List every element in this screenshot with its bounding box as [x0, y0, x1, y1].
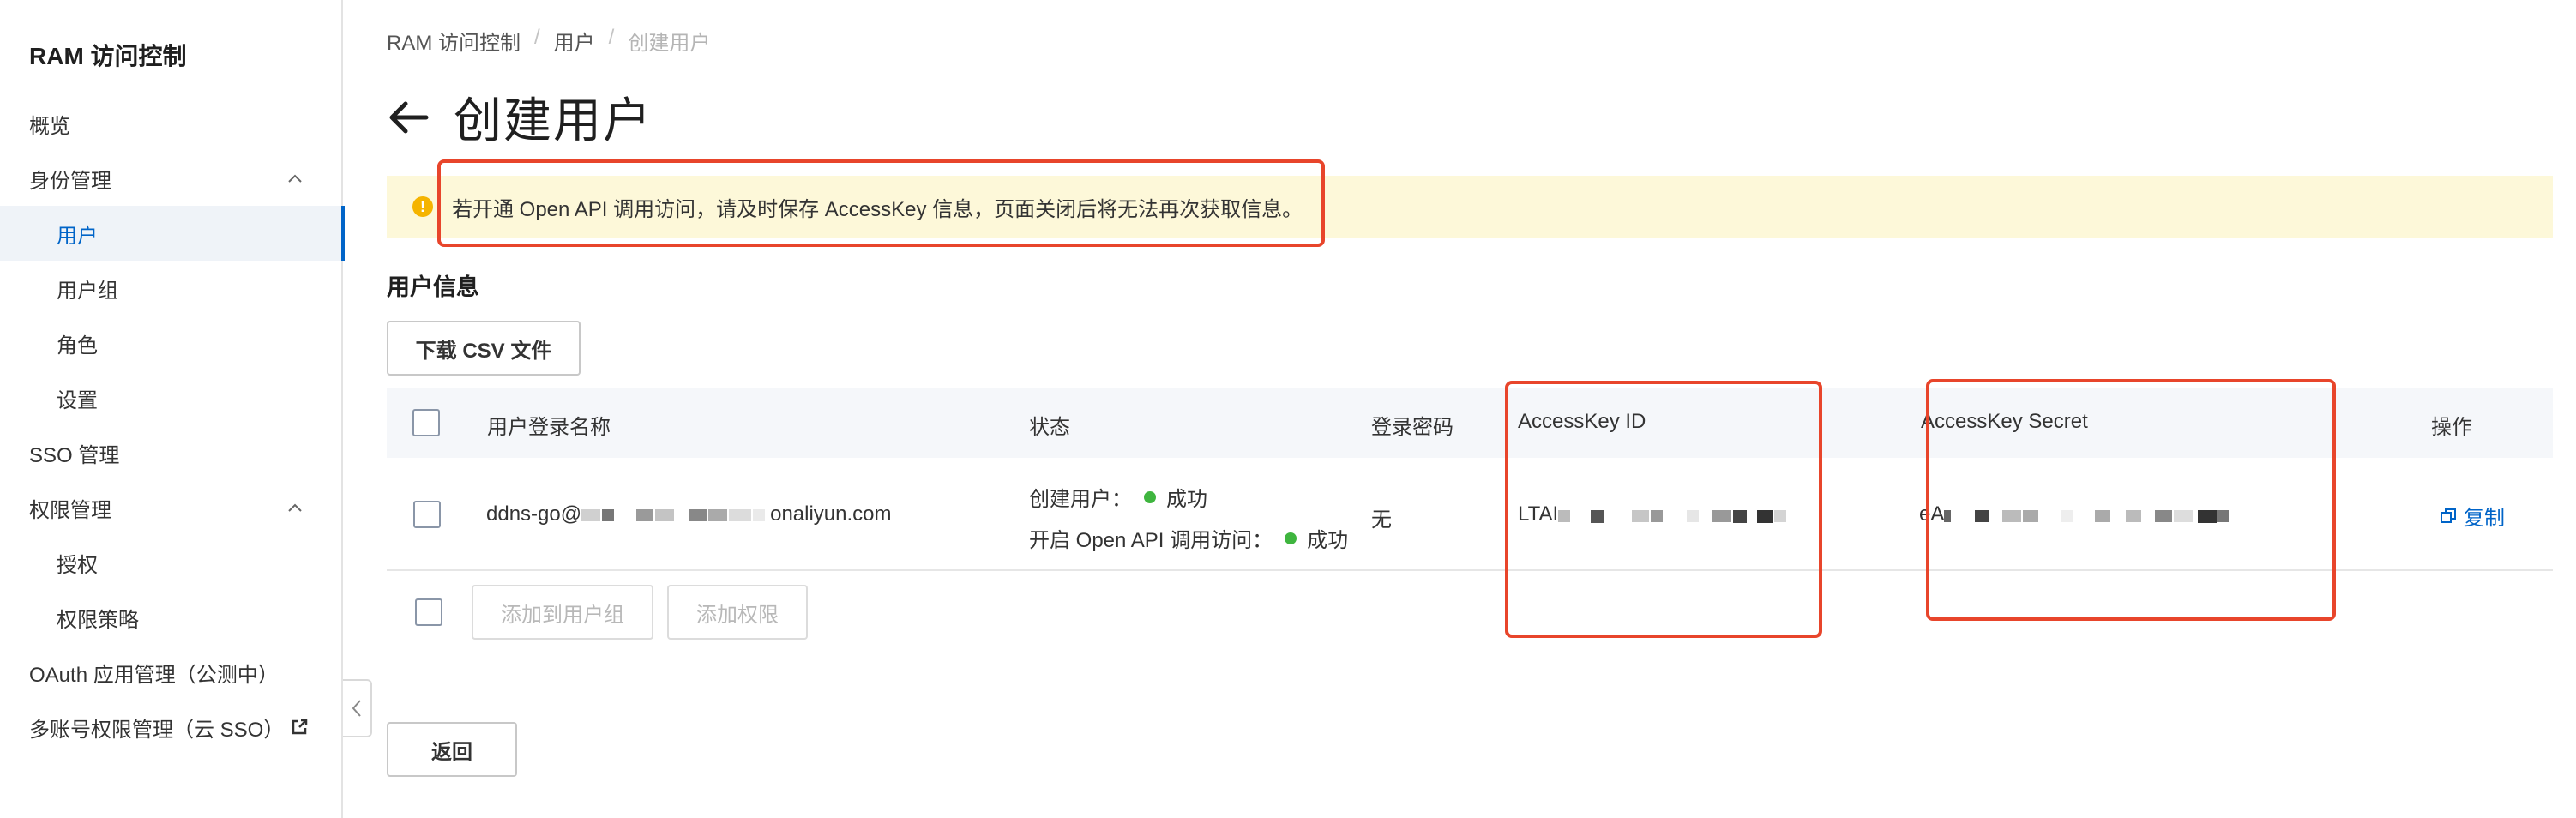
back-arrow-icon[interactable]	[387, 99, 430, 136]
sidebar-item-permissions[interactable]: 权限管理	[29, 480, 343, 535]
sidebar-item-oauth[interactable]: OAuth 应用管理（公测中）	[29, 645, 343, 700]
breadcrumb-users[interactable]: 用户	[554, 26, 595, 56]
sidebar-item-settings[interactable]: 设置	[0, 370, 343, 425]
column-header-accesskey-id: AccessKey ID	[1518, 410, 1646, 433]
sidebar-item-users[interactable]: 用户	[0, 206, 345, 261]
accesskey-id-value: LTAI	[1518, 502, 1798, 526]
sidebar-item-user-groups[interactable]: 用户组	[0, 261, 343, 316]
sidebar-item-overview[interactable]: 概览	[29, 96, 343, 151]
page-header: 创建用户	[387, 82, 653, 152]
row-checkbox[interactable]	[413, 501, 441, 528]
chevron-left-icon	[352, 700, 361, 717]
copy-icon	[2441, 508, 2456, 523]
page-title: 创建用户	[454, 93, 653, 147]
warning-alert: ! 若开通 Open API 调用访问，请及时保存 AccessKey 信息，页…	[387, 176, 2553, 238]
redacted-text	[1944, 510, 2230, 523]
sidebar-item-cloud-sso[interactable]: 多账号权限管理（云 SSO）	[29, 700, 343, 755]
back-button[interactable]: 返回	[387, 722, 517, 777]
breadcrumb-separator: /	[534, 26, 540, 49]
status-create-user: 创建用户： 成功	[1029, 488, 1207, 511]
chevron-up-icon	[288, 174, 302, 183]
sidebar-item-sso[interactable]: SSO 管理	[29, 425, 343, 480]
add-to-group-button[interactable]: 添加到用户组	[472, 585, 653, 640]
column-header-actions: 操作	[2431, 416, 2472, 439]
column-header-login: 用户登录名称	[487, 416, 611, 439]
sidebar-item-roles[interactable]: 角色	[0, 316, 343, 370]
sidebar-item-policies[interactable]: 权限策略	[0, 590, 343, 645]
section-title: 用户信息	[387, 274, 479, 300]
copy-link[interactable]: 复制	[2440, 501, 2505, 531]
success-dot	[1285, 532, 1297, 544]
sidebar-title: RAM 访问控制	[29, 43, 187, 69]
sidebar-item-grants[interactable]: 授权	[0, 535, 343, 590]
sidebar-collapse-toggle[interactable]	[343, 679, 372, 737]
breadcrumb-current: 创建用户	[628, 32, 711, 55]
redacted-text	[581, 509, 766, 521]
login-name: ddns-go@ onaliyun.com	[486, 502, 892, 526]
column-header-password: 登录密码	[1371, 416, 1454, 439]
success-dot	[1144, 490, 1156, 503]
table-header: 用户登录名称 状态 登录密码 AccessKey ID AccessKey Se…	[387, 388, 2553, 458]
external-link-icon	[292, 719, 308, 735]
breadcrumb-ram[interactable]: RAM 访问控制	[387, 26, 521, 56]
alert-message: 若开通 Open API 调用访问，请及时保存 AccessKey 信息，页面关…	[452, 197, 1303, 221]
chevron-up-icon	[288, 503, 302, 512]
password-value: 无	[1371, 508, 1392, 532]
accesskey-secret-value: eA	[1919, 502, 2304, 526]
sidebar: RAM 访问控制 概览 身份管理 用户 用户组 角色 设置 SSO 管理 权限管…	[0, 0, 345, 818]
sidebar-item-identity[interactable]: 身份管理	[29, 151, 343, 206]
row-divider	[387, 569, 2553, 571]
warning-icon: !	[412, 196, 433, 217]
column-header-accesskey-secret: AccessKey Secret	[1921, 410, 2088, 433]
select-all-checkbox[interactable]	[412, 409, 440, 436]
column-header-status: 状态	[1029, 416, 1070, 439]
download-csv-button[interactable]: 下载 CSV 文件	[387, 321, 581, 376]
status-open-api: 开启 Open API 调用访问： 成功	[1029, 529, 1349, 552]
add-permission-button[interactable]: 添加权限	[667, 585, 808, 640]
footer-select-checkbox[interactable]	[415, 598, 442, 626]
redacted-text	[1558, 510, 1787, 523]
breadcrumb: RAM 访问控制 / 用户 / 创建用户	[387, 26, 710, 56]
breadcrumb-separator: /	[608, 26, 615, 49]
